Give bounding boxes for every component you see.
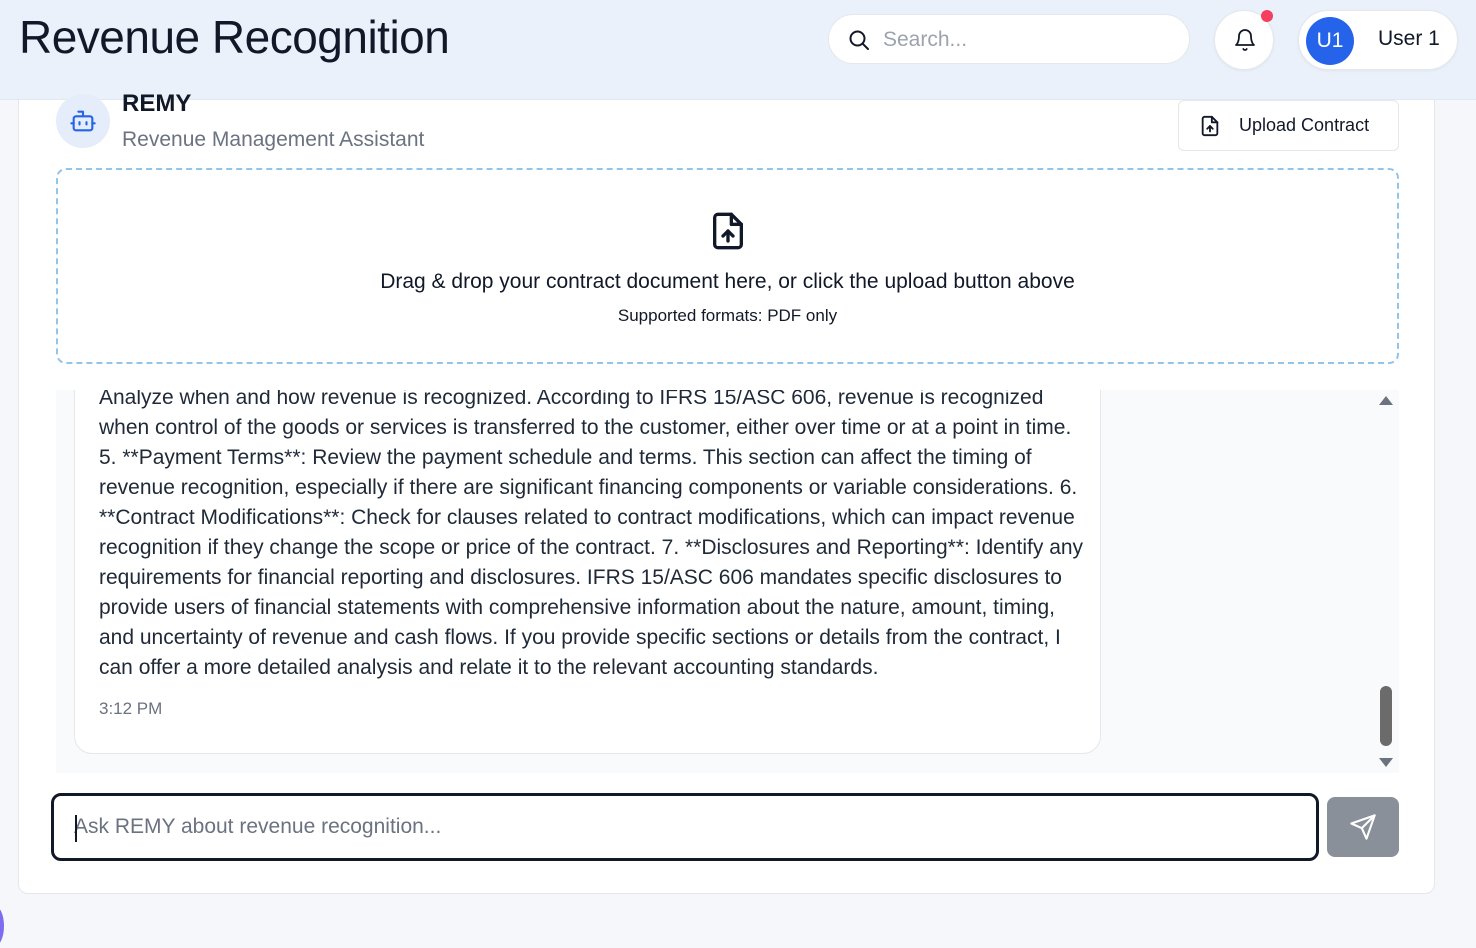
chat-input[interactable]: [74, 812, 1294, 842]
user-name: User 1: [1378, 27, 1440, 50]
send-button[interactable]: [1327, 797, 1399, 857]
scrollbar-thumb[interactable]: [1380, 686, 1392, 746]
user-menu[interactable]: U1 User 1: [1298, 10, 1458, 70]
bell-icon: [1235, 29, 1255, 51]
file-upload-icon: [1201, 115, 1219, 137]
assistant-subtitle: Revenue Management Assistant: [122, 128, 425, 151]
search-icon: [849, 30, 869, 50]
avatar: U1: [1306, 17, 1354, 65]
dropzone-instructions: Drag & drop your contract document here,…: [380, 270, 1075, 293]
dropzone-formats: Supported formats: PDF only: [617, 306, 838, 325]
chat-messages[interactable]: Analyze when and how revenue is recogniz…: [56, 390, 1399, 773]
search-input[interactable]: [883, 25, 1173, 55]
search-box[interactable]: [828, 14, 1190, 64]
scroll-up-arrow[interactable]: [1379, 396, 1393, 405]
app-header: Revenue Recognition U1 User 1: [0, 0, 1476, 100]
text-caret: [75, 815, 77, 842]
bot-icon: [70, 110, 96, 132]
file-upload-icon: [713, 212, 743, 250]
assistant-name: REMY: [122, 90, 192, 117]
contract-dropzone[interactable]: Drag & drop your contract document here,…: [56, 168, 1399, 364]
upload-contract-label: Upload Contract: [1239, 115, 1370, 135]
assistant-card: REMY Revenue Management Assistant Upload…: [18, 90, 1435, 894]
bot-avatar: [56, 94, 110, 148]
floating-widget-edge[interactable]: [0, 906, 4, 946]
message-timestamp: 3:12 PM: [99, 699, 163, 718]
page-title: Revenue Recognition: [19, 11, 450, 63]
send-icon: [1350, 814, 1376, 840]
assistant-message: Analyze when and how revenue is recogniz…: [74, 390, 1101, 754]
message-text: Analyze when and how revenue is recogniz…: [99, 390, 1084, 679]
chat-input-box[interactable]: [51, 793, 1319, 861]
scroll-down-arrow[interactable]: [1379, 758, 1393, 767]
notification-badge: [1261, 10, 1273, 22]
upload-contract-button[interactable]: Upload Contract: [1178, 100, 1399, 151]
